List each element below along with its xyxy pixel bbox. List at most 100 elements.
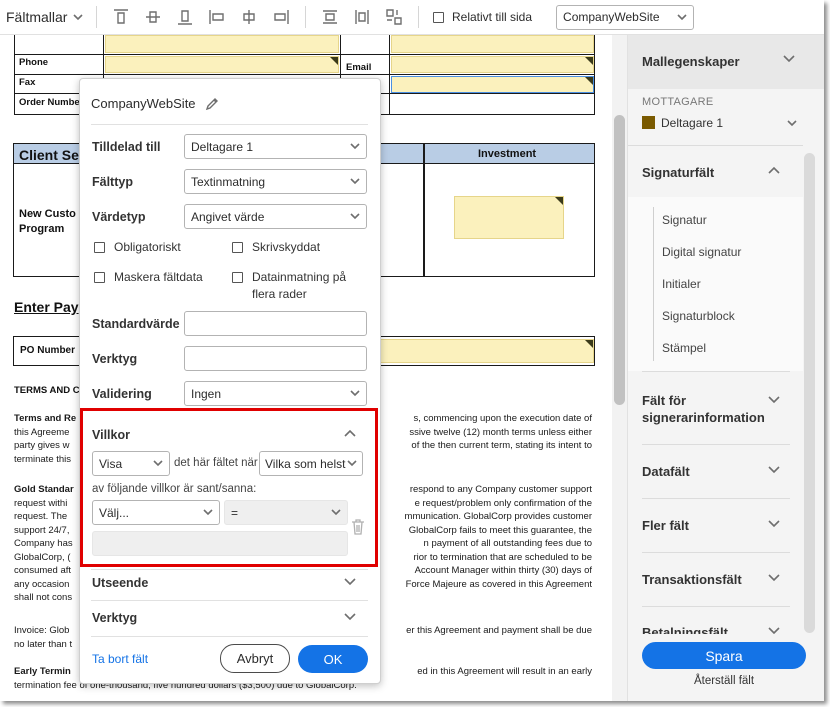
divider xyxy=(642,444,790,445)
assigned-to-select[interactable]: Deltagare 1 xyxy=(184,134,367,159)
chevron-down-icon[interactable] xyxy=(344,613,356,621)
paragraph-invoice-right: er this Agreement and payment shall be d… xyxy=(406,625,592,636)
save-button[interactable]: Spara xyxy=(642,642,806,669)
validation-value: Ingen xyxy=(191,386,222,401)
signer-info-fields-header[interactable]: Fält för signerarinformation xyxy=(642,392,765,426)
site-select[interactable]: CompanyWebSite xyxy=(556,4,695,30)
align-right-icon[interactable] xyxy=(271,7,291,27)
text-field[interactable] xyxy=(105,35,339,53)
mask-label: Maskera fältdata xyxy=(114,270,203,284)
order-number-label: Order Numbe xyxy=(19,97,80,108)
field-signature[interactable]: Signatur xyxy=(662,213,707,227)
field-properties-dialog: CompanyWebSite Tilldelad till Deltagare … xyxy=(79,78,381,684)
paragraph-terms-left: Terms and Re this Agreeme party gives w ter… xyxy=(14,413,77,465)
phone-label: Phone xyxy=(19,57,49,68)
pencil-icon[interactable] xyxy=(205,97,219,111)
site-select-value: CompanyWebSite xyxy=(563,10,660,24)
data-fields-header[interactable]: Datafält xyxy=(642,464,690,479)
default-value-input[interactable] xyxy=(184,311,367,336)
required-label: Obligatoriskt xyxy=(114,240,181,254)
toolbar-divider xyxy=(96,6,97,28)
payment-fields-header[interactable]: Betalningsfält xyxy=(642,625,728,634)
chevron-down-icon[interactable] xyxy=(344,578,356,586)
match-size-icon[interactable] xyxy=(384,7,404,27)
align-left-icon[interactable] xyxy=(207,7,227,27)
tooltip-input[interactable] xyxy=(184,346,367,371)
field-signature-block[interactable]: Signaturblock xyxy=(662,309,735,323)
distribute-horizontal-icon[interactable] xyxy=(320,7,340,27)
signature-fields-header[interactable]: Signaturfält xyxy=(642,165,714,180)
template-properties-header[interactable]: Mallegenskaper xyxy=(642,54,740,69)
chevron-down-icon[interactable] xyxy=(768,396,780,404)
mask-checkbox[interactable]: Maskera fältdata xyxy=(94,269,203,286)
chevron-up-icon[interactable] xyxy=(768,166,780,174)
field-digital-signature[interactable]: Digital signatur xyxy=(662,245,741,259)
toolbar: Fältmallar Relativt till sida CompanyWeb… xyxy=(0,0,824,35)
chevron-down-icon[interactable] xyxy=(768,627,780,634)
chevron-down-icon[interactable] xyxy=(768,466,780,474)
chevron-down-icon xyxy=(350,143,360,150)
field-initials[interactable]: Initialer xyxy=(662,277,701,291)
recipient-value[interactable]: Deltagare 1 xyxy=(661,116,723,130)
chevron-down-icon[interactable] xyxy=(787,120,797,127)
checkbox-box[interactable] xyxy=(232,272,243,283)
divider xyxy=(642,606,790,607)
phone-field[interactable] xyxy=(105,56,339,73)
investment-heading: Investment xyxy=(478,148,537,160)
scrollbar-thumb[interactable] xyxy=(614,115,625,405)
field-templates-label: Fältmallar xyxy=(6,9,68,25)
checkbox-box[interactable] xyxy=(232,242,243,253)
transaction-fields-header[interactable]: Transaktionsfält xyxy=(642,572,742,587)
checkbox-box[interactable] xyxy=(433,11,444,23)
delete-field-link[interactable]: Ta bort fält xyxy=(92,652,148,666)
divider xyxy=(642,371,790,372)
distribute-vertical-icon[interactable] xyxy=(352,7,372,27)
validation-select[interactable]: Ingen xyxy=(184,381,367,406)
value-type-value: Angivet värde xyxy=(191,209,265,224)
multiline-checkbox[interactable]: Datainmatning på flera rader xyxy=(232,269,372,303)
align-bottom-icon[interactable] xyxy=(175,7,195,27)
chevron-down-icon xyxy=(677,13,687,21)
email-field[interactable] xyxy=(391,56,594,73)
toolbar-divider xyxy=(305,6,306,28)
selected-field[interactable] xyxy=(391,76,594,93)
align-middle-icon[interactable] xyxy=(143,7,163,27)
enter-payment-heading: Enter Pay xyxy=(14,299,79,315)
relative-to-page-checkbox[interactable]: Relativt till sida xyxy=(433,10,532,24)
document-scrollbar[interactable] xyxy=(612,35,627,701)
investment-field[interactable] xyxy=(454,196,564,239)
assigned-to-label: Tilldelad till xyxy=(92,140,161,154)
tools-section-header[interactable]: Verktyg xyxy=(92,611,137,625)
required-checkbox[interactable]: Obligatoriskt xyxy=(94,239,181,256)
po-number-label: PO Number xyxy=(20,345,76,356)
signature-items-area xyxy=(628,197,803,371)
chevron-down-icon[interactable] xyxy=(783,55,795,63)
text-field[interactable] xyxy=(391,35,594,53)
field-templates-menu[interactable]: Fältmallar xyxy=(0,9,88,25)
checkbox-box[interactable] xyxy=(94,242,105,253)
chevron-down-icon[interactable] xyxy=(768,574,780,582)
ok-button[interactable]: OK xyxy=(298,645,368,673)
readonly-checkbox[interactable]: Skrivskyddat xyxy=(232,239,320,256)
field-type-select[interactable]: Textinmatning xyxy=(184,169,367,194)
cancel-button[interactable]: Avbryt xyxy=(220,644,290,673)
relative-to-page-label: Relativt till sida xyxy=(452,10,533,24)
po-number-field[interactable] xyxy=(380,339,594,363)
paragraph-terms-right: s, commencing upon the execution date of… xyxy=(409,413,592,451)
panel-scrollbar[interactable] xyxy=(804,153,815,633)
align-center-icon[interactable] xyxy=(239,7,259,27)
email-label: Email xyxy=(346,62,372,73)
field-stamp[interactable]: Stämpel xyxy=(662,341,706,355)
table-rule xyxy=(14,54,595,55)
value-type-select[interactable]: Angivet värde xyxy=(184,204,367,229)
recipient-heading: MOTTAGARE xyxy=(642,96,714,108)
checkbox-box[interactable] xyxy=(94,272,105,283)
reset-fields-link[interactable]: Återställ fält xyxy=(628,675,820,687)
chevron-down-icon[interactable] xyxy=(768,520,780,528)
readonly-label: Skrivskyddat xyxy=(252,240,321,254)
divider xyxy=(91,636,368,637)
appearance-section-header[interactable]: Utseende xyxy=(92,576,148,590)
more-fields-header[interactable]: Fler fält xyxy=(642,518,689,533)
fax-label: Fax xyxy=(19,77,36,88)
align-top-icon[interactable] xyxy=(111,7,131,27)
